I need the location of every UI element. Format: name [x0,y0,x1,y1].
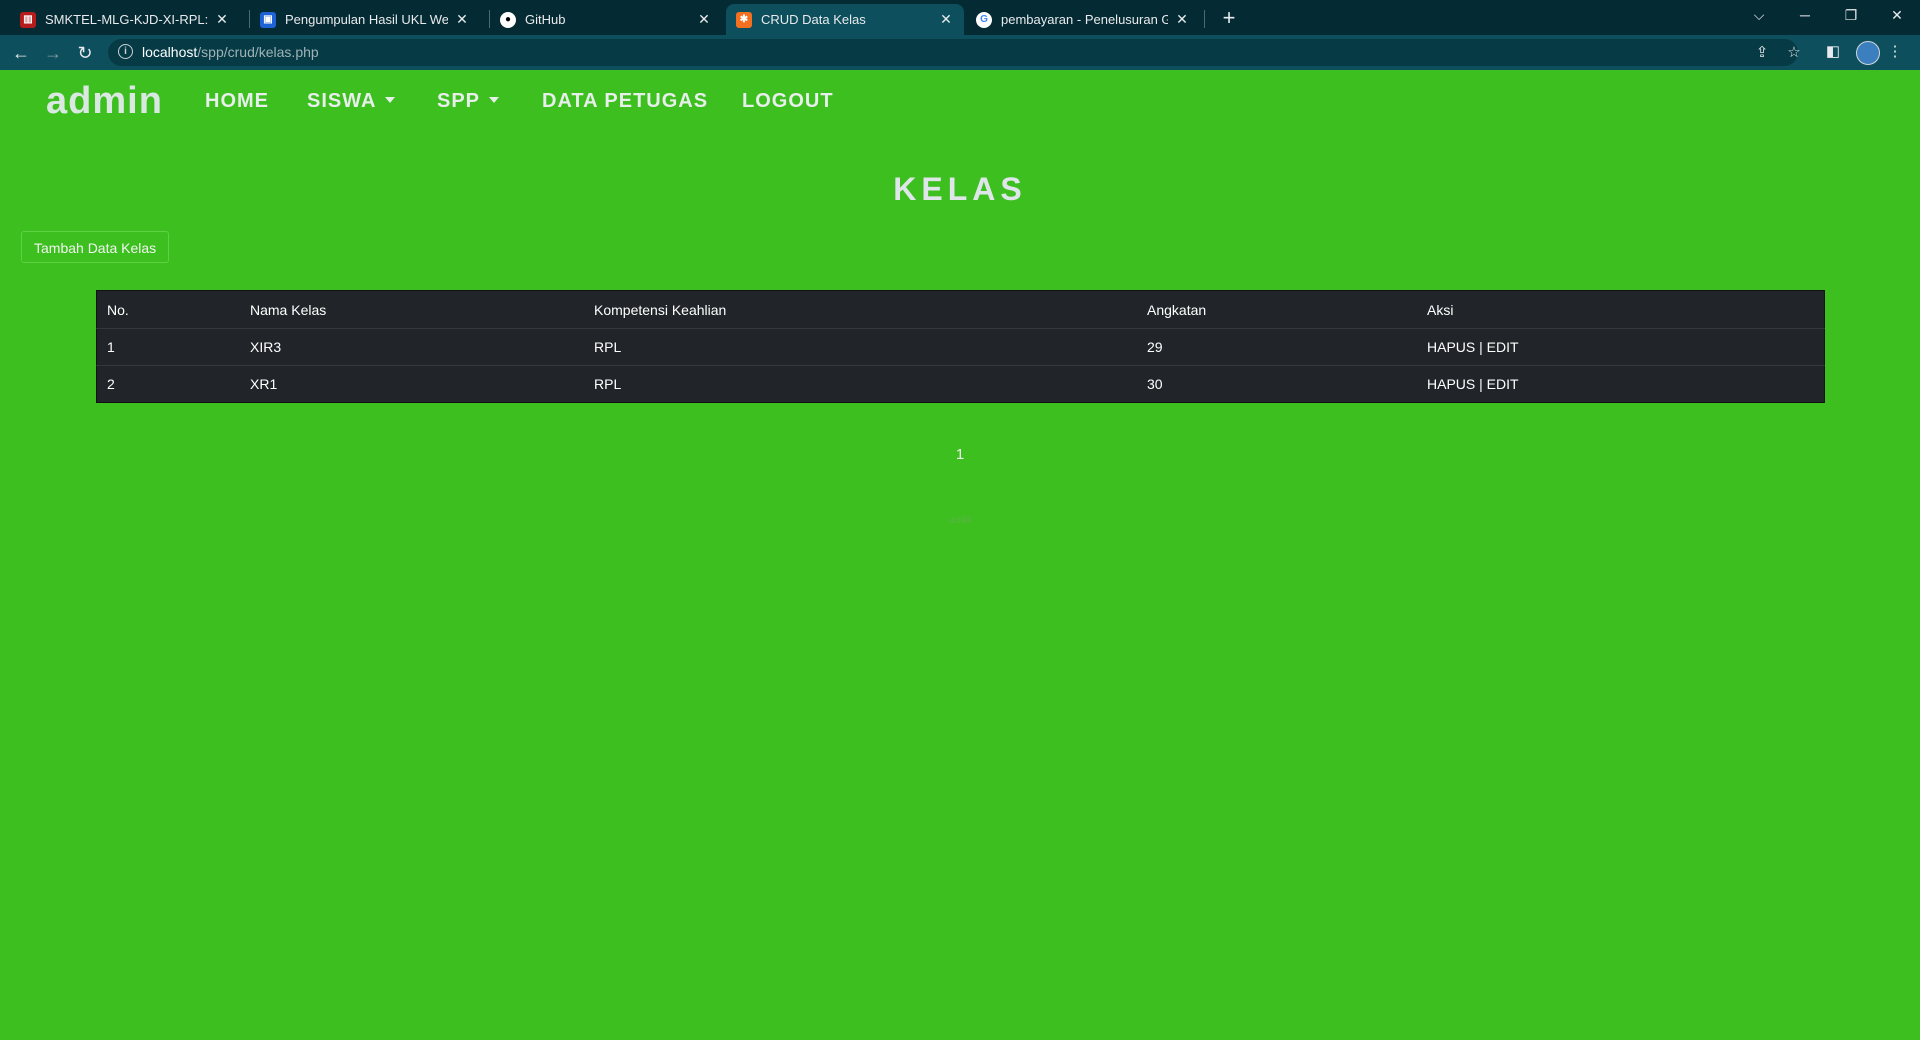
tab-divider [1204,10,1205,28]
google-icon: G [976,11,992,28]
nav-spp-dropdown[interactable]: SPP [437,90,500,113]
pagination: 1 [0,446,1920,463]
cell-angkatan: 29 [1137,328,1417,366]
cell-nama-kelas: XIR3 [240,328,584,366]
forward-arrow-icon[interactable]: → [40,40,66,66]
caret-down-icon [489,96,500,103]
close-icon[interactable]: ✕ [696,11,712,28]
browser-tab-crud-kelas[interactable]: ✱ CRUD Data Kelas ✕ [726,4,964,35]
browser-toolbar: ← → ↻ i localhost/spp/crud/kelas.php ⇪ ☆… [0,35,1920,70]
cell-no: 1 [96,328,240,366]
new-tab-plus-icon[interactable]: + [1215,4,1243,32]
column-header-angkatan: Angkatan [1147,301,1207,318]
column-header-aksi: Aksi [1427,301,1454,318]
minimize-icon[interactable]: ─ [1782,0,1828,30]
column-header-no: No. [107,301,129,318]
close-icon[interactable]: ✕ [1174,11,1190,28]
cell-kompetensi: RPL [584,328,1137,366]
bookmark-star-icon[interactable]: ☆ [1785,44,1803,62]
tab-title: pembayaran - Penelusuran Goog [1001,12,1168,27]
hapus-link[interactable]: HAPUS [1427,339,1475,355]
cell-aksi: HAPUS | EDIT [1417,328,1825,366]
cell-aksi: HAPUS | EDIT [1417,365,1825,403]
column-header-nama-kelas: Nama Kelas [250,301,327,318]
browser-tab-google-search[interactable]: G pembayaran - Penelusuran Goog ✕ [966,4,1200,35]
nav-logout[interactable]: LOGOUT [742,90,834,113]
edit-link[interactable]: EDIT [1487,339,1519,355]
navbar-brand[interactable]: admin [46,80,163,123]
edit-link[interactable]: EDIT [1487,376,1519,392]
action-separator: | [1479,376,1483,392]
nav-siswa-label: SISWA [307,90,377,112]
book-icon: ▥ [20,11,36,28]
reload-icon[interactable]: ↻ [72,40,98,66]
browser-tab-moodle[interactable]: ▥ SMKTEL-MLG-KJD-XI-RPL: Modu ✕ [10,4,240,35]
nav-siswa-dropdown[interactable]: SISWA [307,90,396,113]
close-icon[interactable]: ✕ [454,11,470,28]
share-icon[interactable]: ⇪ [1753,44,1771,62]
nav-data-petugas[interactable]: DATA PETUGAS [542,90,708,113]
tab-search-chevron-icon[interactable]: ⌵ [1736,0,1782,30]
side-panel-icon[interactable]: ◧ [1824,43,1842,61]
browser-tab-github[interactable]: ● GitHub ✕ [490,4,722,35]
action-separator: | [1479,339,1483,355]
window-close-icon[interactable]: ✕ [1874,0,1920,30]
address-bar[interactable]: i localhost/spp/crud/kelas.php ⇪ ☆ [108,39,1801,66]
close-icon[interactable]: ✕ [214,11,230,28]
table-row: 1 XIR3 RPL 29 HAPUS | EDIT [96,328,1825,366]
back-arrow-icon[interactable]: ← [8,40,34,66]
page-title: KELAS [893,171,1027,207]
xampp-icon: ✱ [736,11,752,28]
cell-no: 2 [96,365,240,403]
tab-title: Pengumpulan Hasil UKL Web [285,12,448,27]
cell-angkatan: 30 [1137,365,1417,403]
close-icon[interactable]: ✕ [938,11,954,28]
site-info-icon[interactable]: i [118,44,133,59]
footer-text: ucrkk [948,515,972,526]
nav-spp-label: SPP [437,90,481,112]
browser-tab-classroom[interactable]: ▣ Pengumpulan Hasil UKL Web ✕ [250,4,480,35]
caret-down-icon [385,96,396,103]
hapus-link[interactable]: HAPUS [1427,376,1475,392]
cell-kompetensi: RPL [584,365,1137,403]
tab-title: CRUD Data Kelas [761,12,866,27]
site-navbar: admin HOME SISWA SPP DATA PETUGAS LOGOUT [0,70,1920,132]
classroom-icon: ▣ [260,11,276,28]
browser-menu-kebab-icon[interactable]: ⋮ [1886,43,1904,61]
github-icon: ● [500,11,516,28]
url-text: localhost/spp/crud/kelas.php [142,44,319,60]
tab-title: SMKTEL-MLG-KJD-XI-RPL: Modu [45,12,208,27]
add-class-button[interactable]: Tambah Data Kelas [21,231,170,263]
kelas-table: No. Nama Kelas Kompetensi Keahlian Angka… [96,290,1825,403]
column-header-kompetensi: Kompetensi Keahlian [594,301,727,318]
table-header-row: No. Nama Kelas Kompetensi Keahlian Angka… [97,291,1825,329]
page-link-1[interactable]: 1 [956,446,964,463]
table-row: 2 XR1 RPL 30 HAPUS | EDIT [96,365,1825,403]
nav-home[interactable]: HOME [205,90,269,113]
tab-title: GitHub [525,12,566,27]
profile-avatar[interactable] [1856,41,1880,65]
cell-nama-kelas: XR1 [240,365,584,403]
browser-tab-strip: ▥ SMKTEL-MLG-KJD-XI-RPL: Modu ✕ ▣ Pengum… [0,0,1920,35]
restore-icon[interactable]: ❐ [1828,0,1874,30]
